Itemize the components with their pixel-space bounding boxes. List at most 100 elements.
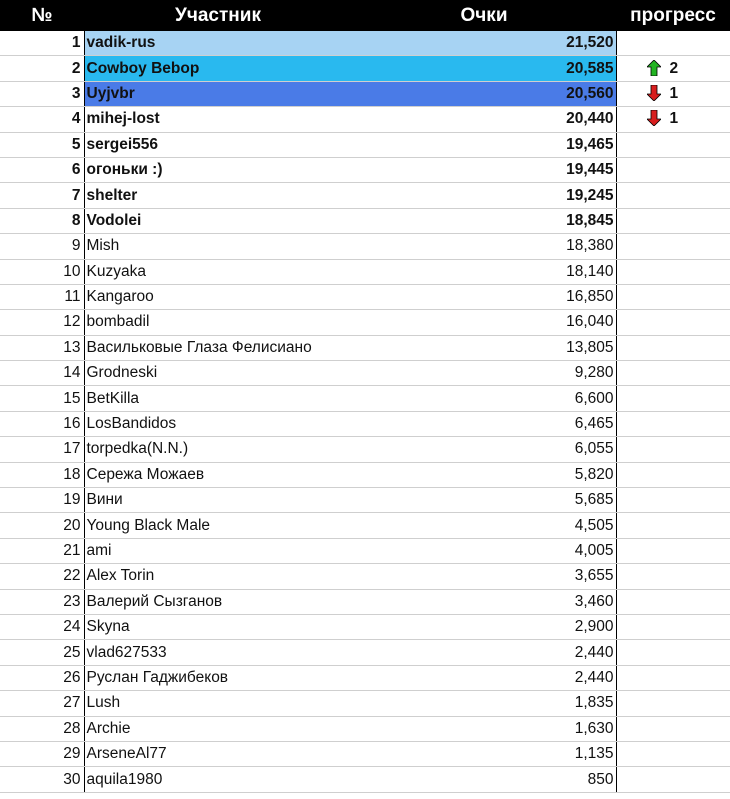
rank-cell: 17 xyxy=(0,436,85,463)
table-row: 3 Uyjvbr 20,560 1 xyxy=(0,81,730,108)
participant-cell: vlad627533 xyxy=(84,639,352,666)
progress-cell xyxy=(616,462,730,489)
arrow-up-icon xyxy=(646,59,661,76)
rank-cell: 29 xyxy=(0,741,85,768)
progress-cell xyxy=(616,538,730,565)
table-row: 10 Kuzyaka 18,140 xyxy=(0,259,730,285)
points-cell: 21,520 xyxy=(352,31,617,57)
participant-cell: mihej-lost xyxy=(84,106,352,133)
progress-cell xyxy=(616,639,730,666)
participant-cell: Руслан Гаджибеков xyxy=(84,665,352,692)
table-row: 22 Alex Torin 3,655 xyxy=(0,563,730,590)
points-cell: 4,005 xyxy=(352,538,617,565)
rank-cell: 11 xyxy=(0,284,85,311)
participant-cell: Mish xyxy=(84,233,352,260)
points-cell: 2,440 xyxy=(352,665,617,692)
participant-cell: Васильковые Глаза Фелисиано xyxy=(84,335,352,362)
progress-cell xyxy=(616,132,730,158)
points-cell: 6,465 xyxy=(352,411,617,438)
points-cell: 18,380 xyxy=(352,233,617,260)
progress-value: 2 xyxy=(669,59,679,77)
rank-cell: 5 xyxy=(0,132,85,158)
table-row: 19 Вини 5,685 xyxy=(0,487,730,514)
column-header-participant: Участник xyxy=(84,0,352,31)
rank-cell: 26 xyxy=(0,665,85,692)
progress-cell xyxy=(616,182,730,209)
table-row: 1 vadik-rus 21,520 xyxy=(0,31,730,57)
progress-cell xyxy=(616,309,730,336)
participant-cell: Grodneski xyxy=(84,360,352,387)
rank-cell: 30 xyxy=(0,766,85,793)
points-cell: 5,685 xyxy=(352,487,617,514)
participant-cell: Cowboy Bebop xyxy=(84,55,352,82)
participant-cell: vadik-rus xyxy=(84,31,352,57)
participant-cell: Lush xyxy=(84,690,352,717)
table-row: 8 Vodolei 18,845 xyxy=(0,208,730,235)
progress-cell xyxy=(616,385,730,412)
progress-cell xyxy=(616,741,730,768)
points-cell: 2,440 xyxy=(352,639,617,666)
rank-cell: 28 xyxy=(0,716,85,742)
table-row: 14 Grodneski 9,280 xyxy=(0,360,730,387)
header-row: № Участник Очки прогресс xyxy=(0,0,730,31)
points-cell: 18,845 xyxy=(352,208,617,235)
progress-cell xyxy=(616,411,730,438)
points-cell: 19,245 xyxy=(352,182,617,209)
progress-cell xyxy=(616,614,730,641)
points-cell: 18,140 xyxy=(352,259,617,285)
progress-cell xyxy=(616,31,730,57)
rank-cell: 1 xyxy=(0,31,85,57)
progress-value: 1 xyxy=(669,84,679,102)
points-cell: 3,460 xyxy=(352,589,617,615)
table-row: 25 vlad627533 2,440 xyxy=(0,639,730,666)
points-cell: 13,805 xyxy=(352,335,617,362)
points-cell: 9,280 xyxy=(352,360,617,387)
table-row: 5 sergei556 19,465 xyxy=(0,132,730,158)
table-row: 15 BetKilla 6,600 xyxy=(0,385,730,412)
points-cell: 1,135 xyxy=(352,741,617,768)
participant-cell: aquila1980 xyxy=(84,766,352,793)
table-row: 23 Валерий Сызганов 3,460 xyxy=(0,589,730,615)
participant-cell: Skyna xyxy=(84,614,352,641)
participant-cell: Uyjvbr xyxy=(84,81,352,108)
progress-cell xyxy=(616,335,730,362)
rank-cell: 20 xyxy=(0,512,85,539)
participant-cell: ami xyxy=(84,538,352,565)
rank-cell: 14 xyxy=(0,360,85,387)
points-cell: 16,850 xyxy=(352,284,617,311)
points-cell: 19,465 xyxy=(352,132,617,158)
points-cell: 16,040 xyxy=(352,309,617,336)
table-row: 11 Kangaroo 16,850 xyxy=(0,284,730,311)
points-cell: 6,600 xyxy=(352,385,617,412)
rank-cell: 19 xyxy=(0,487,85,514)
participant-cell: Archie xyxy=(84,716,352,742)
progress-cell xyxy=(616,208,730,235)
progress-cell: 1 xyxy=(616,106,730,133)
points-cell: 20,585 xyxy=(352,55,617,82)
rank-cell: 15 xyxy=(0,385,85,412)
table-row: 12 bombadil 16,040 xyxy=(0,309,730,336)
rank-cell: 4 xyxy=(0,106,85,133)
progress-value: 1 xyxy=(669,110,679,128)
participant-cell: огоньки :) xyxy=(84,157,352,184)
rank-cell: 10 xyxy=(0,259,85,285)
progress-cell xyxy=(616,360,730,387)
progress-cell xyxy=(616,563,730,590)
progress-cell xyxy=(616,259,730,285)
participant-cell: Сережа Можаев xyxy=(84,462,352,489)
column-header-points: Очки xyxy=(352,0,616,31)
progress-cell xyxy=(616,233,730,260)
rank-cell: 8 xyxy=(0,208,85,235)
column-header-number: № xyxy=(0,0,84,31)
progress-cell: 2 xyxy=(616,55,730,82)
rank-cell: 12 xyxy=(0,309,85,336)
rank-cell: 27 xyxy=(0,690,85,717)
participant-cell: Vodolei xyxy=(84,208,352,235)
leaderboard-table: № Участник Очки прогресс 1 vadik-rus 21,52… xyxy=(0,0,730,793)
table-row: 7 shelter 19,245 xyxy=(0,182,730,209)
rank-cell: 21 xyxy=(0,538,85,565)
table-row: 18 Сережа Можаев 5,820 xyxy=(0,462,730,489)
points-cell: 1,835 xyxy=(352,690,617,717)
arrow-down-icon xyxy=(646,110,661,127)
table-row: 20 Young Black Male 4,505 xyxy=(0,512,730,539)
